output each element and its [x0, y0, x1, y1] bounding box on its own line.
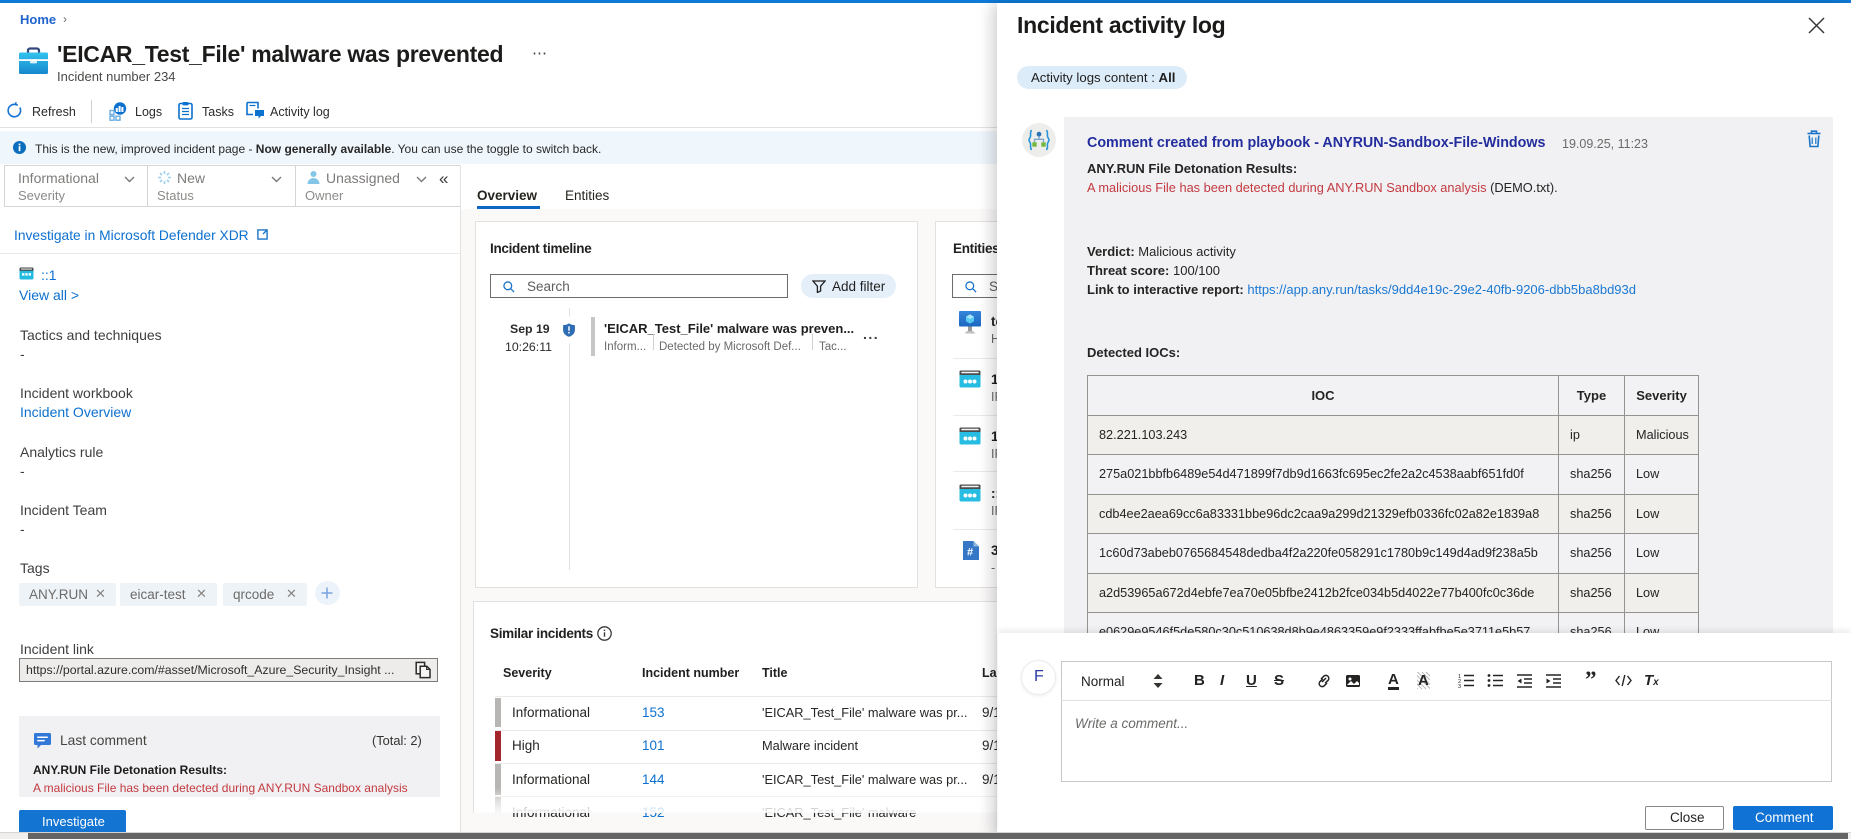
svg-text:#: # [967, 547, 973, 559]
svg-text:3: 3 [1458, 684, 1461, 688]
